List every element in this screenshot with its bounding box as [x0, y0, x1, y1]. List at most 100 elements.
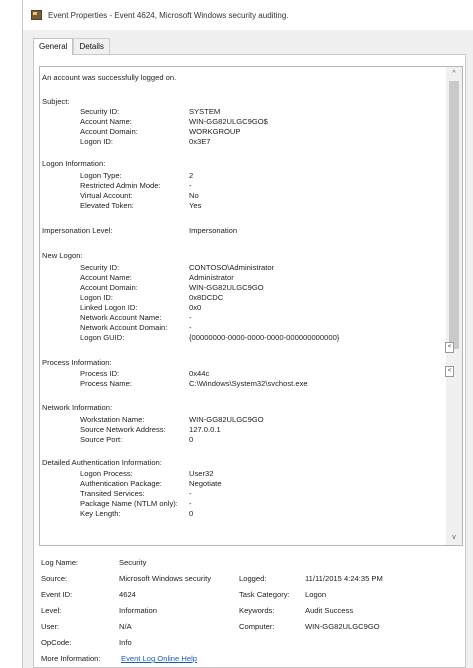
description-field-label: Subject: [42, 97, 70, 106]
description-line: An account was successfully logged on. [42, 73, 176, 82]
description-line: Elevated Token: Yes [80, 201, 201, 210]
description-field-value: No [189, 191, 199, 200]
description-line: Authentication Package: Negotiate [80, 479, 222, 488]
description-field-value: C:\Windows\System32\svchost.exe [189, 379, 308, 388]
description-field-label: Network Information: [42, 403, 113, 412]
description-field-value: Negotiate [189, 479, 222, 488]
description-line: Account Domain: WORKGROUP [80, 127, 240, 136]
level-label: Level: [41, 606, 62, 615]
description-field-label: Network Account Name: [80, 313, 162, 322]
computer-value: WIN-GG82ULGC9GO [305, 622, 380, 631]
description-line: Source Network Address: 127.0.0.1 [80, 425, 221, 434]
description-line: Workstation Name: WIN-GG82ULGC9GO [80, 415, 264, 424]
description-line: Logon Information: [42, 159, 105, 168]
description-line: Account Domain: WIN-GG82ULGC9GO [80, 283, 264, 292]
tab-details[interactable]: Details [73, 38, 110, 54]
description-field-value: CONTOSO\Administrator [189, 263, 275, 272]
description-field-label: Workstation Name: [80, 415, 145, 424]
description-field-value: Impersonation [189, 226, 238, 235]
description-field-label: Impersonation Level: [42, 226, 113, 235]
description-field-label: Restricted Admin Mode: [80, 181, 161, 190]
description-field-label: Source Network Address: [80, 425, 166, 434]
description-field-label: Process Name: [80, 379, 132, 388]
description-line: Impersonation Level: Impersonation [42, 226, 237, 235]
tab-strip: General Details [33, 38, 110, 55]
event-log-online-help-link[interactable]: Event Log Online Help [121, 654, 197, 663]
description-line: Security ID: CONTOSO\Administrator [80, 263, 274, 272]
description-line: New Logon: [42, 251, 83, 260]
description-field-label: Network Account Domain: [80, 323, 168, 332]
description-line: Network Account Domain: - [80, 323, 192, 332]
event-id-value: 4624 [119, 590, 136, 599]
description-field-value: 0x3E7 [189, 137, 211, 146]
scroll-up-arrow-icon[interactable]: ^ [446, 67, 462, 81]
description-line: Package Name (NTLM only): - [80, 499, 192, 508]
description-line: Linked Logon ID: 0x0 [80, 303, 201, 312]
description-field-value: 0x8DCDC [189, 293, 224, 302]
description-field-label: Account Domain: [80, 283, 138, 292]
description-line: Detailed Authentication Information: [42, 458, 162, 467]
more-information-label: More Information: [41, 654, 101, 663]
event-viewer-icon [31, 10, 42, 20]
description-line: Process Name: C:\Windows\System32\svchost… [80, 379, 308, 388]
task-category-value: Logon [305, 590, 327, 599]
description-field-value: 0x44c [189, 369, 210, 378]
description-field-label: Logon ID: [80, 137, 113, 146]
description-line: Key Length: 0 [80, 509, 193, 518]
description-line: Logon ID: 0x8DCDC [80, 293, 223, 302]
description-line: Logon GUID: {00000000-0000-0000-0000-0000… [80, 333, 339, 342]
description-field-label: Detailed Authentication Information: [42, 458, 162, 467]
description-field-value: 127.0.0.1 [189, 425, 221, 434]
description-line: Logon Type: 2 [80, 171, 193, 180]
user-label: User: [41, 622, 60, 631]
description-line: Network Account Name: - [80, 313, 192, 322]
description-field-value: 2 [189, 171, 194, 180]
description-line: Logon Process: User32 [80, 469, 213, 478]
description-scrollbar[interactable]: ^ v [446, 67, 462, 545]
description-field-label: Account Name: [80, 117, 132, 126]
scroll-thumb[interactable] [449, 81, 459, 349]
description-field-value: SYSTEM [189, 107, 221, 116]
description-field-label: Logon GUID: [80, 333, 125, 342]
description-field-label: Elevated Token: [80, 201, 134, 210]
description-line: Subject: [42, 97, 69, 106]
event-id-label: Event ID: [41, 590, 73, 599]
side-expand-button-2[interactable]: < [445, 366, 454, 377]
description-field-value: - [189, 323, 192, 332]
description-field-label: Logon Process: [80, 469, 133, 478]
description-field-value: WIN-GG82ULGC9GO [189, 283, 264, 292]
title-bar: Event Properties - Event 4624, Microsoft… [23, 0, 473, 30]
level-value: Information [119, 606, 157, 615]
description-line: Virtual Account: No [80, 191, 199, 200]
description-line: Process ID: 0x44c [80, 369, 209, 378]
description-field-value: - [189, 489, 192, 498]
source-label: Source: [41, 574, 68, 583]
description-line: Transited Services: - [80, 489, 192, 498]
description-field-value: WIN-GG82ULGC9GO [189, 415, 264, 424]
side-expand-button-1[interactable]: < [445, 342, 454, 353]
description-field-label: Key Length: [80, 509, 121, 518]
scroll-down-arrow-icon[interactable]: v [446, 531, 462, 545]
description-field-label: Account Domain: [80, 127, 138, 136]
task-category-label: Task Category: [239, 590, 290, 599]
user-value: N/A [119, 622, 132, 631]
description-field-label: Linked Logon ID: [80, 303, 138, 312]
description-line: Network Information: [42, 403, 112, 412]
description-field-value: 0 [189, 435, 194, 444]
description-field-label: Process Information: [42, 358, 112, 367]
description-line: Security ID: SYSTEM [80, 107, 220, 116]
source-value: Microsoft Windows security [119, 574, 211, 583]
event-description-box[interactable]: An account was successfully logged on. Su… [39, 66, 463, 546]
description-line: Account Name: Administrator [80, 273, 234, 282]
description-field-label: Logon Type: [80, 171, 122, 180]
description-field-label: Security ID: [80, 263, 120, 272]
description-line: Logon ID: 0x3E7 [80, 137, 211, 146]
description-field-label: Account Name: [80, 273, 132, 282]
description-field-label: Logon Information: [42, 159, 106, 168]
description-field-label: Source Port: [80, 435, 123, 444]
event-properties-window: Event Properties - Event 4624, Microsoft… [22, 0, 473, 668]
description-field-value: WORKGROUP [189, 127, 241, 136]
tab-general[interactable]: General [33, 38, 74, 55]
description-field-label: Transited Services: [80, 489, 145, 498]
description-line: Restricted Admin Mode: - [80, 181, 192, 190]
